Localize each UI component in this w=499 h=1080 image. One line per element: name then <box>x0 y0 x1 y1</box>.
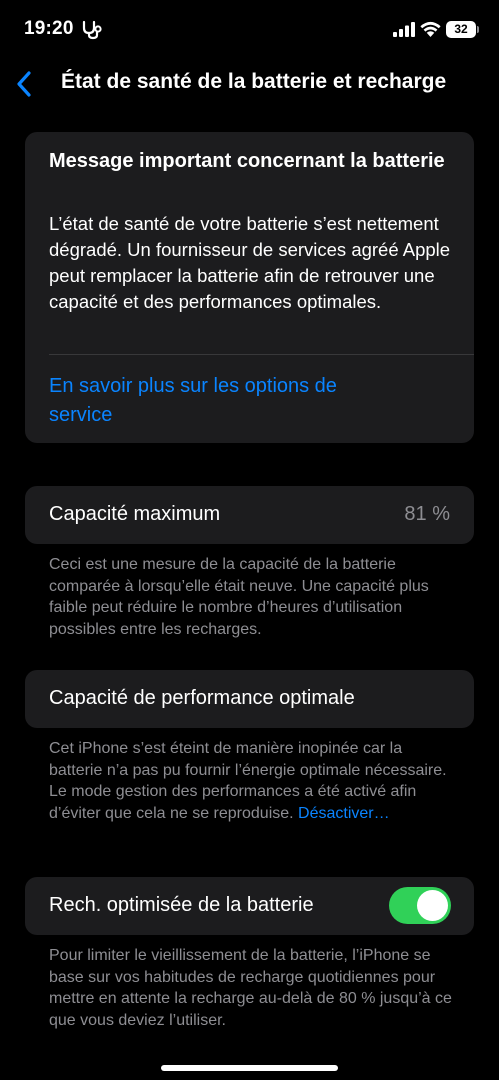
peak-performance-label: Capacité de performance optimale <box>49 687 355 709</box>
max-capacity-footnote: Ceci est une mesure de la capacité de la… <box>49 556 429 638</box>
message-body: L’état de santé de votre batterie s’est … <box>49 213 451 312</box>
optimized-charging-toggle[interactable] <box>389 887 451 924</box>
battery-icon: 32 <box>446 21 476 38</box>
disable-link[interactable]: Désactiver… <box>298 805 390 822</box>
service-options-link[interactable]: En savoir plus sur les options de servic… <box>49 372 379 430</box>
chevron-left-icon[interactable] <box>14 70 34 98</box>
optimized-charging-label: Rech. optimisée de la batterie <box>49 894 314 916</box>
battery-message-card: Message important concernant la batterie… <box>25 132 474 443</box>
max-capacity-row: Capacité maximum 81 % <box>25 486 474 544</box>
status-time: 19:20 <box>24 18 74 39</box>
max-capacity-label: Capacité maximum <box>49 503 221 525</box>
divider <box>49 354 474 355</box>
toggle-knob <box>417 890 448 921</box>
message-title: Message important concernant la batterie <box>49 150 445 172</box>
status-bar: 19:20 32 <box>0 0 499 60</box>
max-capacity-value: 81 % <box>404 503 450 525</box>
wifi-icon <box>420 21 441 37</box>
page-title: État de santé de la batterie et recharge <box>61 70 447 93</box>
cellular-signal-icon <box>393 22 415 37</box>
home-indicator[interactable] <box>161 1065 338 1071</box>
peak-performance-footnote: Cet iPhone s’est éteint de manière inopi… <box>49 738 459 824</box>
navigation-bar: État de santé de la batterie et recharge <box>0 62 499 106</box>
stethoscope-icon <box>82 20 102 40</box>
peak-performance-row: Capacité de performance optimale <box>25 670 474 728</box>
battery-tip <box>477 26 479 33</box>
optimized-charging-footnote: Pour limiter le vieillissement de la bat… <box>49 947 452 1029</box>
optimized-charging-row: Rech. optimisée de la batterie <box>25 877 474 935</box>
